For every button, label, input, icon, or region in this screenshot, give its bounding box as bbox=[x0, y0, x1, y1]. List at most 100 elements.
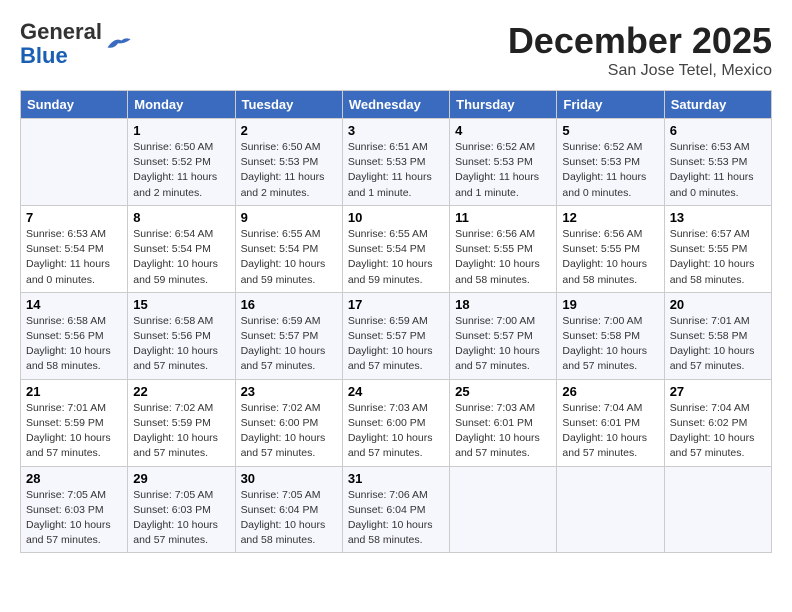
calendar-cell: 23 Sunrise: 7:02 AMSunset: 6:00 PMDayligh… bbox=[235, 379, 342, 466]
day-number: 11 bbox=[455, 210, 551, 225]
calendar-cell: 5 Sunrise: 6:52 AMSunset: 5:53 PMDaylight… bbox=[557, 119, 664, 206]
day-number: 10 bbox=[348, 210, 444, 225]
day-info: Sunrise: 7:06 AMSunset: 6:04 PMDaylight:… bbox=[348, 488, 444, 549]
day-number: 27 bbox=[670, 384, 766, 399]
day-number: 15 bbox=[133, 297, 229, 312]
logo-blue: Blue bbox=[20, 43, 68, 68]
calendar-cell: 31 Sunrise: 7:06 AMSunset: 6:04 PMDayligh… bbox=[342, 466, 449, 553]
day-info: Sunrise: 6:56 AMSunset: 5:55 PMDaylight:… bbox=[562, 227, 658, 288]
calendar-cell: 13Sunrise: 6:57 AMSunset: 5:55 PMDayligh… bbox=[664, 205, 771, 292]
day-number: 14 bbox=[26, 297, 122, 312]
weekday-header-thursday: Thursday bbox=[450, 91, 557, 119]
day-number: 20 bbox=[670, 297, 766, 312]
calendar-cell: 25Sunrise: 7:03 AMSunset: 6:01 PMDayligh… bbox=[450, 379, 557, 466]
day-number: 2 bbox=[241, 123, 337, 138]
calendar-week-row: 7 Sunrise: 6:53 AMSunset: 5:54 PMDaylight… bbox=[21, 205, 772, 292]
day-info: Sunrise: 7:05 AMSunset: 6:03 PMDaylight:… bbox=[133, 488, 229, 549]
day-info: Sunrise: 7:00 AMSunset: 5:57 PMDaylight:… bbox=[455, 314, 551, 375]
weekday-header-row: SundayMondayTuesdayWednesdayThursdayFrid… bbox=[21, 91, 772, 119]
calendar-cell bbox=[664, 466, 771, 553]
day-info: Sunrise: 7:02 AMSunset: 6:00 PMDaylight:… bbox=[241, 401, 337, 462]
day-number: 7 bbox=[26, 210, 122, 225]
day-number: 9 bbox=[241, 210, 337, 225]
day-info: Sunrise: 6:55 AMSunset: 5:54 PMDaylight:… bbox=[241, 227, 337, 288]
weekday-header-monday: Monday bbox=[128, 91, 235, 119]
calendar-cell bbox=[450, 466, 557, 553]
day-info: Sunrise: 7:02 AMSunset: 5:59 PMDaylight:… bbox=[133, 401, 229, 462]
day-number: 17 bbox=[348, 297, 444, 312]
calendar-cell: 11 Sunrise: 6:56 AMSunset: 5:55 PMDayligh… bbox=[450, 205, 557, 292]
day-info: Sunrise: 7:01 AMSunset: 5:59 PMDaylight:… bbox=[26, 401, 122, 462]
calendar-cell: 19 Sunrise: 7:00 AMSunset: 5:58 PMDayligh… bbox=[557, 292, 664, 379]
calendar-cell: 1 Sunrise: 6:50 AMSunset: 5:52 PMDaylight… bbox=[128, 119, 235, 206]
month-title: December 2025 bbox=[508, 20, 772, 62]
day-number: 24 bbox=[348, 384, 444, 399]
day-info: Sunrise: 7:05 AMSunset: 6:03 PMDaylight:… bbox=[26, 488, 122, 549]
day-number: 1 bbox=[133, 123, 229, 138]
day-info: Sunrise: 7:00 AMSunset: 5:58 PMDaylight:… bbox=[562, 314, 658, 375]
calendar-cell: 27 Sunrise: 7:04 AMSunset: 6:02 PMDayligh… bbox=[664, 379, 771, 466]
day-number: 18 bbox=[455, 297, 551, 312]
calendar-cell: 28 Sunrise: 7:05 AMSunset: 6:03 PMDayligh… bbox=[21, 466, 128, 553]
calendar-cell: 8Sunrise: 6:54 AMSunset: 5:54 PMDaylight… bbox=[128, 205, 235, 292]
day-info: Sunrise: 6:56 AMSunset: 5:55 PMDaylight:… bbox=[455, 227, 551, 288]
day-number: 16 bbox=[241, 297, 337, 312]
calendar-cell: 10Sunrise: 6:55 AMSunset: 5:54 PMDayligh… bbox=[342, 205, 449, 292]
day-number: 30 bbox=[241, 471, 337, 486]
day-info: Sunrise: 6:51 AMSunset: 5:53 PMDaylight:… bbox=[348, 140, 444, 201]
weekday-header-sunday: Sunday bbox=[21, 91, 128, 119]
day-number: 26 bbox=[562, 384, 658, 399]
calendar-cell: 12 Sunrise: 6:56 AMSunset: 5:55 PMDayligh… bbox=[557, 205, 664, 292]
day-info: Sunrise: 6:58 AMSunset: 5:56 PMDaylight:… bbox=[26, 314, 122, 375]
day-number: 6 bbox=[670, 123, 766, 138]
calendar-cell: 16 Sunrise: 6:59 AMSunset: 5:57 PMDayligh… bbox=[235, 292, 342, 379]
day-info: Sunrise: 6:50 AMSunset: 5:52 PMDaylight:… bbox=[133, 140, 229, 201]
calendar-cell: 22 Sunrise: 7:02 AMSunset: 5:59 PMDayligh… bbox=[128, 379, 235, 466]
day-number: 28 bbox=[26, 471, 122, 486]
day-number: 29 bbox=[133, 471, 229, 486]
day-info: Sunrise: 6:53 AMSunset: 5:54 PMDaylight:… bbox=[26, 227, 122, 288]
calendar-cell: 4 Sunrise: 6:52 AMSunset: 5:53 PMDaylight… bbox=[450, 119, 557, 206]
location: San Jose Tetel, Mexico bbox=[508, 62, 772, 80]
page-header: General Blue December 2025 San Jose Tete… bbox=[20, 20, 772, 80]
day-number: 19 bbox=[562, 297, 658, 312]
day-number: 23 bbox=[241, 384, 337, 399]
calendar-cell: 18 Sunrise: 7:00 AMSunset: 5:57 PMDayligh… bbox=[450, 292, 557, 379]
day-info: Sunrise: 6:53 AMSunset: 5:53 PMDaylight:… bbox=[670, 140, 766, 201]
day-number: 22 bbox=[133, 384, 229, 399]
day-info: Sunrise: 7:03 AMSunset: 6:01 PMDaylight:… bbox=[455, 401, 551, 462]
weekday-header-friday: Friday bbox=[557, 91, 664, 119]
calendar-table: SundayMondayTuesdayWednesdayThursdayFrid… bbox=[20, 90, 772, 553]
day-number: 31 bbox=[348, 471, 444, 486]
calendar-cell bbox=[557, 466, 664, 553]
weekday-header-wednesday: Wednesday bbox=[342, 91, 449, 119]
calendar-cell: 24Sunrise: 7:03 AMSunset: 6:00 PMDayligh… bbox=[342, 379, 449, 466]
logo: General Blue bbox=[20, 20, 132, 68]
day-info: Sunrise: 6:58 AMSunset: 5:56 PMDaylight:… bbox=[133, 314, 229, 375]
calendar-cell: 9 Sunrise: 6:55 AMSunset: 5:54 PMDaylight… bbox=[235, 205, 342, 292]
day-info: Sunrise: 6:59 AMSunset: 5:57 PMDaylight:… bbox=[241, 314, 337, 375]
day-number: 13 bbox=[670, 210, 766, 225]
calendar-week-row: 14 Sunrise: 6:58 AMSunset: 5:56 PMDayligh… bbox=[21, 292, 772, 379]
calendar-cell: 21Sunrise: 7:01 AMSunset: 5:59 PMDayligh… bbox=[21, 379, 128, 466]
calendar-cell: 15 Sunrise: 6:58 AMSunset: 5:56 PMDayligh… bbox=[128, 292, 235, 379]
day-info: Sunrise: 7:01 AMSunset: 5:58 PMDaylight:… bbox=[670, 314, 766, 375]
calendar-cell: 30Sunrise: 7:05 AMSunset: 6:04 PMDayligh… bbox=[235, 466, 342, 553]
weekday-header-tuesday: Tuesday bbox=[235, 91, 342, 119]
calendar-cell: 17Sunrise: 6:59 AMSunset: 5:57 PMDayligh… bbox=[342, 292, 449, 379]
day-info: Sunrise: 6:52 AMSunset: 5:53 PMDaylight:… bbox=[455, 140, 551, 201]
day-number: 12 bbox=[562, 210, 658, 225]
calendar-week-row: 1 Sunrise: 6:50 AMSunset: 5:52 PMDaylight… bbox=[21, 119, 772, 206]
logo-bird-icon bbox=[104, 33, 132, 55]
day-info: Sunrise: 7:04 AMSunset: 6:01 PMDaylight:… bbox=[562, 401, 658, 462]
day-info: Sunrise: 7:04 AMSunset: 6:02 PMDaylight:… bbox=[670, 401, 766, 462]
calendar-week-row: 21Sunrise: 7:01 AMSunset: 5:59 PMDayligh… bbox=[21, 379, 772, 466]
day-number: 3 bbox=[348, 123, 444, 138]
calendar-cell: 3 Sunrise: 6:51 AMSunset: 5:53 PMDaylight… bbox=[342, 119, 449, 206]
calendar-cell: 20 Sunrise: 7:01 AMSunset: 5:58 PMDayligh… bbox=[664, 292, 771, 379]
logo-general: General bbox=[20, 19, 102, 44]
day-info: Sunrise: 6:52 AMSunset: 5:53 PMDaylight:… bbox=[562, 140, 658, 201]
calendar-cell bbox=[21, 119, 128, 206]
day-number: 5 bbox=[562, 123, 658, 138]
day-number: 4 bbox=[455, 123, 551, 138]
